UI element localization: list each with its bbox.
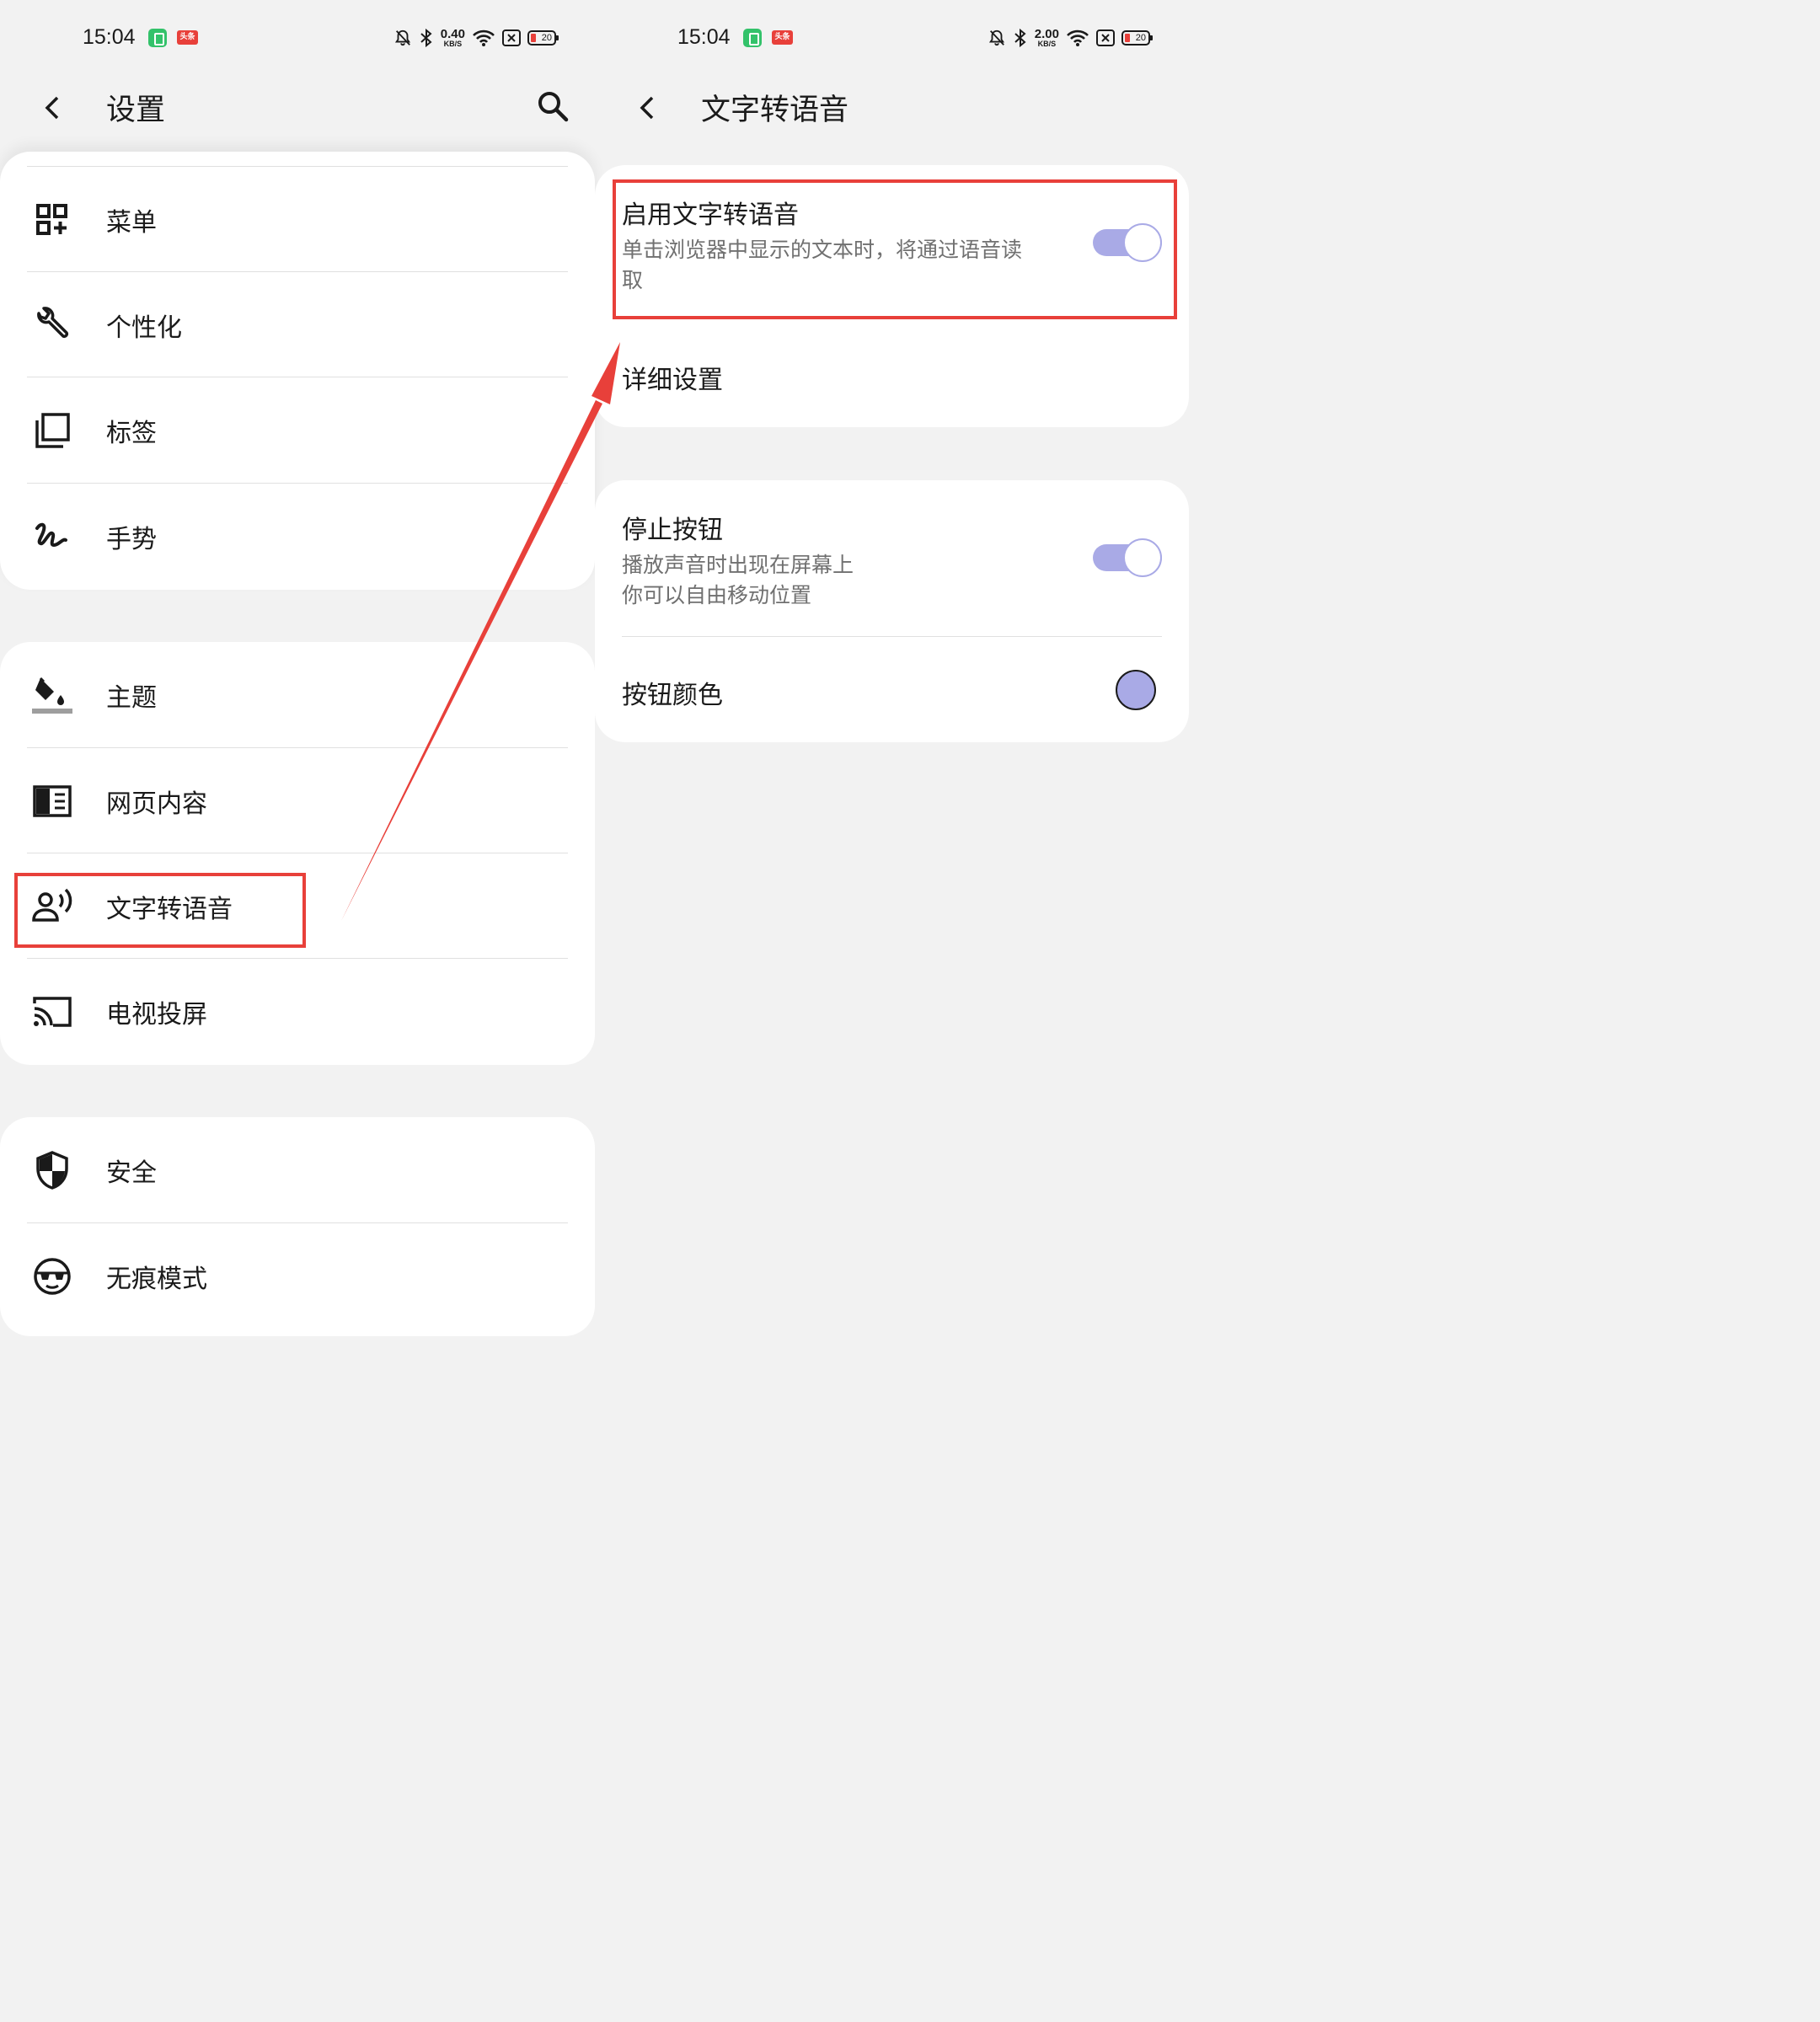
settings-group-display: 主题 网页内容 文字转语音 电视投屏: [0, 642, 595, 1065]
status-time: 15:04: [677, 25, 731, 49]
menu-item-gestures[interactable]: 手势: [0, 484, 595, 589]
status-time: 15:04: [83, 25, 136, 49]
menu-item-menu[interactable]: 菜单: [0, 167, 595, 272]
shield-icon: [32, 1150, 72, 1190]
settings-group-general: 菜单 个性化 标签 手势: [0, 152, 595, 590]
details-settings-title: 详细设置: [622, 366, 723, 395]
status-bar: 15:04 头条 0.40 KB/S 20: [0, 22, 595, 54]
search-button[interactable]: [533, 86, 573, 126]
settings-group-privacy: 安全 无痕模式: [0, 1117, 595, 1336]
menu-item-web-content[interactable]: 网页内容: [0, 748, 595, 853]
chevron-left-icon: [45, 96, 59, 120]
menu-item-tv-cast[interactable]: 电视投屏: [0, 959, 595, 1064]
battery-app-icon: [148, 29, 167, 47]
back-button[interactable]: [629, 89, 666, 126]
sim-icon: [502, 29, 521, 46]
app-header: 设置: [0, 76, 595, 136]
stop-button-card: 停止按钮 播放声音时出现在屏幕上 你可以自由移动位置 按钮颜色: [595, 480, 1189, 742]
wifi-icon: [1067, 29, 1089, 46]
incognito-icon: [32, 1256, 72, 1297]
stop-button-toggle[interactable]: [1093, 538, 1162, 577]
button-color-swatch[interactable]: [1116, 670, 1156, 710]
details-settings-row[interactable]: 详细设置: [595, 325, 1189, 427]
search-icon: [538, 92, 569, 122]
menu-item-label: 主题: [106, 682, 157, 713]
stop-button-title: 停止按钮: [622, 516, 723, 545]
tabs-icon: [32, 410, 72, 451]
network-speed: 0.40 KB/S: [440, 27, 465, 48]
menu-item-theme[interactable]: 主题: [0, 642, 595, 747]
web-content-icon: [32, 781, 72, 821]
button-color-row[interactable]: 按钮颜色: [595, 637, 1189, 742]
battery-app-icon: [743, 29, 762, 47]
toutiao-app-icon: 头条: [772, 30, 793, 45]
menu-item-label: 安全: [106, 1158, 157, 1188]
cast-icon: [32, 992, 72, 1032]
menu-item-label: 菜单: [106, 207, 157, 238]
bluetooth-icon: [420, 28, 432, 48]
menu-item-label: 手势: [106, 524, 157, 554]
menu-item-label: 网页内容: [106, 789, 207, 819]
sim-icon: [1096, 29, 1115, 46]
stop-button-description: 播放声音时出现在屏幕上: [622, 553, 854, 577]
battery-icon: 20: [527, 30, 559, 45]
menu-item-personalize[interactable]: 个性化: [0, 272, 595, 377]
menu-item-label: 标签: [106, 418, 157, 448]
highlight-box-enable-tts: [613, 179, 1177, 319]
menu-item-label: 电视投屏: [106, 999, 207, 1030]
page-title: 设置: [106, 94, 166, 127]
paint-bucket-icon: [32, 675, 72, 715]
stop-button-description-cont: 你可以自由移动位置: [622, 583, 812, 607]
tts-settings-screen: 15:04 头条 2.00 KB/S 20 文字转语音 启用文字转语音 单击浏览器…: [595, 0, 1189, 1321]
grid-add-icon: [32, 200, 72, 240]
mute-bell-icon: [988, 29, 1004, 46]
stop-button-row[interactable]: 停止按钮 播放声音时出现在屏幕上 你可以自由移动位置: [595, 480, 1189, 636]
menu-item-security[interactable]: 安全: [0, 1117, 595, 1222]
menu-item-label: 个性化: [106, 313, 182, 343]
back-button[interactable]: [34, 89, 71, 126]
wifi-icon: [473, 29, 495, 46]
chevron-left-icon: [640, 96, 654, 120]
gesture-icon: [32, 516, 72, 557]
bluetooth-icon: [1014, 28, 1026, 48]
network-speed: 2.00 KB/S: [1034, 27, 1059, 48]
mute-bell-icon: [394, 29, 410, 46]
menu-item-tabs[interactable]: 标签: [0, 377, 595, 483]
toutiao-app-icon: 头条: [177, 30, 198, 45]
menu-item-label: 无痕模式: [106, 1264, 207, 1294]
settings-screen: 15:04 头条 0.40 KB/S 20 设置 菜单 个性化 标签 手势 主题…: [0, 0, 595, 1336]
highlight-box-tts-menu: [14, 873, 306, 948]
button-color-title: 按钮颜色: [622, 681, 723, 710]
wrench-icon: [32, 305, 72, 345]
page-title: 文字转语音: [701, 94, 849, 127]
battery-icon: 20: [1121, 30, 1153, 45]
menu-item-incognito[interactable]: 无痕模式: [0, 1223, 595, 1329]
status-bar: 15:04 头条 2.00 KB/S 20: [595, 22, 1189, 54]
app-header: 文字转语音: [595, 76, 1189, 136]
